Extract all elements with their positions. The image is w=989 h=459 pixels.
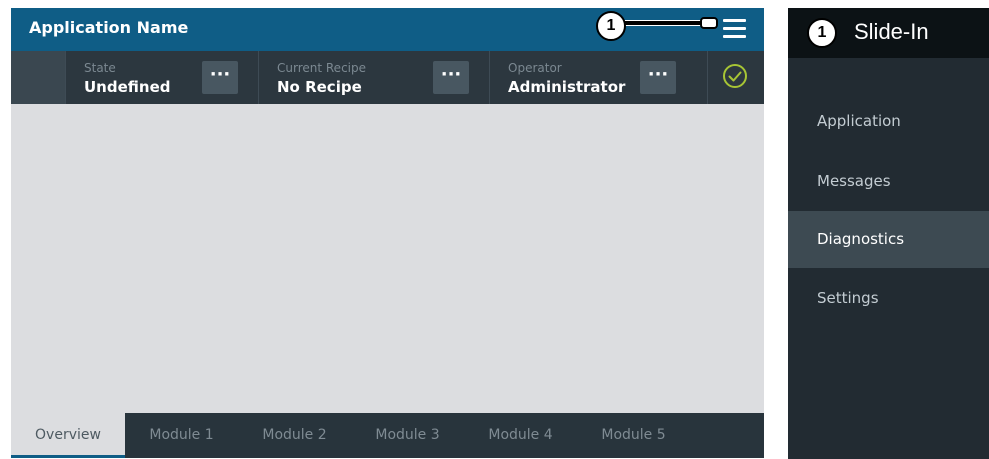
operator-value: Administrator bbox=[508, 78, 626, 96]
recipe-more-button[interactable]: ··· bbox=[433, 61, 469, 94]
tab-module-1[interactable]: Module 1 bbox=[125, 413, 238, 458]
operator-more-button[interactable]: ··· bbox=[640, 61, 676, 94]
recipe-label: Current Recipe bbox=[277, 61, 366, 75]
operator-label: Operator bbox=[508, 61, 562, 75]
state-label: State bbox=[84, 61, 116, 75]
state-more-button[interactable]: ··· bbox=[202, 61, 238, 94]
hamburger-menu-icon[interactable] bbox=[723, 19, 746, 39]
callout-badge: 1 bbox=[596, 11, 626, 41]
title-bar: Application Name bbox=[11, 8, 764, 51]
status-item-recipe: Current Recipe No Recipe ··· bbox=[258, 51, 490, 104]
nav-item-application[interactable]: Application bbox=[788, 93, 989, 150]
app-window: Application Name State Undefined ··· Cur… bbox=[11, 8, 764, 458]
tab-module-5[interactable]: Module 5 bbox=[577, 413, 690, 458]
slide-in-panel: 1 Slide-In Application Messages Diagnost… bbox=[788, 8, 989, 459]
status-item-operator: Operator Administrator ··· bbox=[489, 51, 708, 104]
nav-item-messages[interactable]: Messages bbox=[788, 153, 989, 210]
tab-module-2[interactable]: Module 2 bbox=[238, 413, 351, 458]
status-item-state: State Undefined ··· bbox=[65, 51, 259, 104]
status-bar: State Undefined ··· Current Recipe No Re… bbox=[11, 51, 764, 104]
status-bar-stub bbox=[11, 51, 65, 104]
tab-bar: Overview Module 1 Module 2 Module 3 Modu… bbox=[11, 413, 764, 458]
panel-header: 1 Slide-In bbox=[788, 8, 989, 58]
panel-title: Slide-In bbox=[854, 19, 929, 44]
panel-callout-badge: 1 bbox=[807, 18, 837, 48]
tab-overview[interactable]: Overview bbox=[11, 413, 125, 458]
nav-item-settings[interactable]: Settings bbox=[788, 270, 989, 327]
content-area bbox=[11, 104, 764, 413]
app-title: Application Name bbox=[29, 18, 189, 37]
recipe-value: No Recipe bbox=[277, 78, 362, 96]
tab-module-3[interactable]: Module 3 bbox=[351, 413, 464, 458]
nav-item-diagnostics[interactable]: Diagnostics bbox=[788, 211, 989, 268]
state-value: Undefined bbox=[84, 78, 171, 96]
check-circle-icon[interactable] bbox=[722, 63, 748, 89]
callout-line-end bbox=[700, 17, 718, 29]
tab-module-4[interactable]: Module 4 bbox=[464, 413, 577, 458]
